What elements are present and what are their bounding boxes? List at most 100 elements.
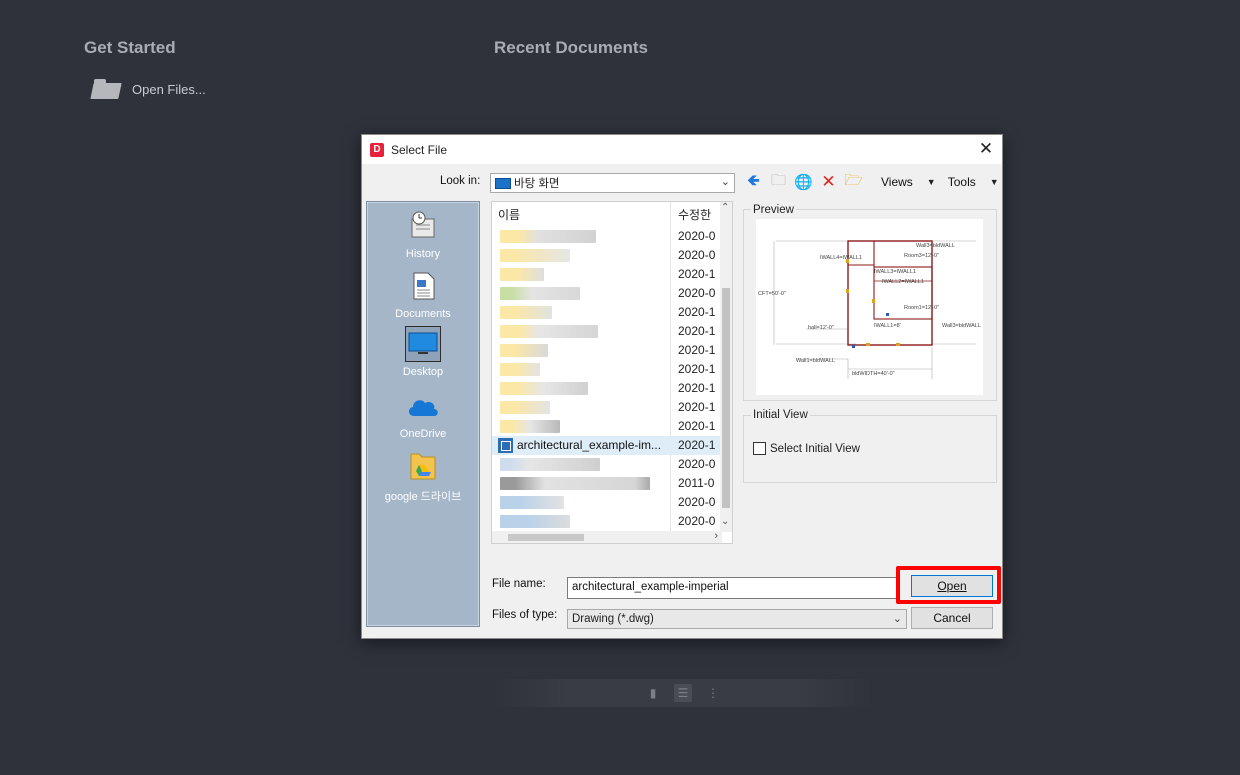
table-row[interactable]: 2020-0 [492,227,724,246]
place-documents[interactable]: Documents [367,268,479,320]
documents-icon [405,268,441,304]
file-list[interactable]: 이름 수정한 2020-0 2020-0 2020-1 2020-0 2020-… [491,201,733,544]
tile-view-icon[interactable]: ▮ [644,684,662,702]
search-web-icon[interactable]: 🌐 [794,173,813,192]
views-menu[interactable]: Views ▼ [881,175,936,189]
dwg-file-icon [498,438,513,453]
files-of-type-select[interactable]: Drawing (*.dwg) ⌄ [567,609,907,629]
row-date: 2020-1 [678,305,716,319]
table-row[interactable]: 2020-1 [492,360,724,379]
svg-text:Wall3=bldWALL: Wall3=bldWALL [942,323,981,329]
google-drive-icon [405,448,441,484]
views-caret-icon: ▼ [926,177,936,187]
row-date: 2020-1 [678,381,716,395]
back-arrow-icon[interactable]: 🡸 [744,172,763,192]
vertical-scrollbar[interactable]: ⌃ ⌄ [720,202,732,532]
tools-caret-icon: ▼ [989,177,999,187]
open-button[interactable]: Open [911,575,993,597]
history-icon [405,208,441,244]
checkbox-box[interactable] [753,442,766,455]
places-bar: History Documents Desktop OneDrive googl… [366,201,480,627]
table-row[interactable]: 2020-0 [492,246,724,265]
checkbox-label: Select Initial View [770,442,860,455]
chevron-right-icon[interactable]: › [714,530,718,542]
select-initial-view-checkbox[interactable]: Select Initial View [753,442,860,455]
place-google-drive[interactable]: google 드라이브 [367,448,479,504]
table-row[interactable]: 2020-0 [492,284,724,303]
row-date: 2020-0 [678,229,716,243]
dialog-toolbar: 🡸 🗀 🌐 ✕ 🗁 Views ▼ Tools ▼ [744,171,999,193]
place-label: History [405,248,441,260]
files-of-type-value: Drawing (*.dwg) [572,613,654,625]
row-date: 2020-1 [678,438,716,452]
file-name-label: File name: [492,578,546,590]
open-button-label: Open [937,579,967,593]
cancel-button[interactable]: Cancel [911,607,993,629]
dialog-titlebar: D Select File [362,135,1002,164]
row-date: 2020-0 [678,248,716,262]
row-date: 2020-1 [678,400,716,414]
blurred-filename [500,249,570,262]
place-label: Documents [395,308,451,320]
new-folder-icon[interactable]: 🗁 [844,172,863,192]
svg-text:IWALL3=IWALL1: IWALL3=IWALL1 [874,269,916,275]
row-date: 2020-0 [678,495,716,509]
chevron-up-icon[interactable]: ⌃ [721,202,729,213]
recent-documents-heading: Recent Documents [494,38,648,57]
row-date: 2020-1 [678,362,716,376]
dialog-title: Select File [391,142,448,157]
delete-icon[interactable]: ✕ [819,172,838,192]
table-row[interactable]: 2020-1 [492,379,724,398]
row-date: 2020-0 [678,514,716,528]
table-row-selected[interactable]: architectural_example-im... 2020-1 [492,436,724,455]
row-date: 2020-0 [678,457,716,471]
table-row[interactable]: 2020-1 [492,265,724,284]
look-in-select[interactable]: 바탕 화면 ⌄ [490,173,735,193]
svg-text:CFT=50'-0": CFT=50'-0" [758,291,786,297]
svg-text:IWALL2=IWALL1: IWALL2=IWALL1 [882,279,924,285]
blurred-filename [500,477,650,490]
horizontal-scrollbar[interactable]: › [492,530,722,543]
preview-label: Preview [751,204,796,216]
table-row[interactable]: 2020-1 [492,417,724,436]
table-row[interactable]: 2011-0 [492,474,724,493]
place-desktop[interactable]: Desktop [367,326,479,378]
close-button[interactable]: ✕ [976,139,996,159]
chevron-down-icon[interactable]: ⌄ [721,516,729,527]
blurred-filename [500,306,552,319]
blurred-filename [500,268,544,281]
svg-text:bldWIDTH=40'-0": bldWIDTH=40'-0" [852,371,895,377]
blurred-filename [500,515,570,528]
table-row[interactable]: 2020-0 [492,512,724,531]
open-files-link[interactable]: Open Files... [92,79,206,99]
table-row[interactable]: 2020-1 [492,398,724,417]
table-row[interactable]: 2020-1 [492,341,724,360]
tools-menu[interactable]: Tools ▼ [948,175,999,189]
app-icon: D [370,142,384,157]
place-onedrive[interactable]: OneDrive [367,388,479,440]
detail-view-icon[interactable]: ⋮ [704,684,722,702]
up-folder-icon[interactable]: 🗀 [769,172,788,192]
svg-text:IWALL4=IWALL1: IWALL4=IWALL1 [820,255,862,261]
list-view-icon[interactable]: ☰ [674,684,692,702]
initial-view-label: Initial View [751,409,810,421]
table-row[interactable]: 2020-1 [492,303,724,322]
scroll-thumb[interactable] [722,288,730,508]
look-in-value: 바탕 화면 [514,178,560,190]
get-started-heading: Get Started [84,38,176,57]
blurred-filename [500,401,550,414]
svg-text:IWALL1=8': IWALL1=8' [874,323,901,329]
table-row[interactable]: 2020-0 [492,493,724,512]
column-header-name[interactable]: 이름 [498,206,520,223]
place-history[interactable]: History [367,208,479,260]
table-row[interactable]: 2020-0 [492,455,724,474]
scroll-thumb[interactable] [508,534,584,541]
blurred-filename [500,382,588,395]
chevron-down-icon: ⌄ [720,176,730,188]
blurred-filename [500,344,548,357]
column-header-date[interactable]: 수정한 [678,206,711,223]
table-row[interactable]: 2020-1 [492,322,724,341]
row-date: 2020-1 [678,419,716,433]
svg-text:hall=12'-0": hall=12'-0" [808,325,834,331]
file-name-input[interactable]: architectural_example-imperial [567,577,898,599]
